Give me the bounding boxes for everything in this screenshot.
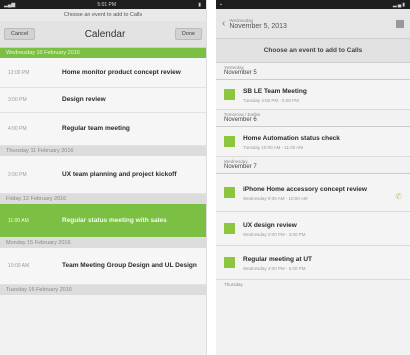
group-date: November 6 <box>216 117 410 127</box>
event-info: UX design review Wednesday 2:00 PM - 3:0… <box>243 222 402 237</box>
group-day: Tomorrow / Earlier <box>224 112 261 117</box>
choose-event-banner: Choose an event to add to Calls <box>216 39 410 63</box>
event-color-icon <box>224 223 235 234</box>
event-name: Team Meeting Group Design and UL Design <box>62 262 197 269</box>
event-time: Wednesday 9:00 AM - 10:00 AM <box>243 196 308 201</box>
event-time: 3:00 PM <box>8 97 27 103</box>
event-name: Design review <box>62 96 106 103</box>
notification-icon: ▪ <box>220 1 222 8</box>
event-info: Home Automation status check Tuesday 10:… <box>243 135 402 150</box>
event-name: Home Automation status check <box>243 135 340 142</box>
event-time: 11:00 AM <box>8 217 29 224</box>
event-time: 12:00 PM <box>8 69 30 76</box>
event-time: Tuesday 10:00 AM - 11:00 AM <box>243 145 304 150</box>
calendar-phone-right: ▪ ▂▄▮ ‹ Wednesday November 5, 2013 Choos… <box>216 0 410 355</box>
signal-icon: ▂▄▆ <box>4 1 16 8</box>
group-day: Thursday <box>224 282 243 287</box>
action-bar-title: Wednesday November 5, 2013 <box>229 18 396 30</box>
event-color-icon <box>224 257 235 268</box>
event-info: Regular meeting at UT Wednesday 4:00 PM … <box>243 256 402 271</box>
event-row[interactable]: 2:00 PM UX team planning and project kic… <box>0 156 206 194</box>
event-time: Wednesday 2:00 PM - 3:00 PM <box>243 232 306 237</box>
action-bar: ‹ Wednesday November 5, 2013 <box>216 9 410 39</box>
event-name: iPhone Home accessory concept review <box>243 186 367 193</box>
group-day: Wednesday <box>224 159 248 164</box>
event-row[interactable]: UX design review Wednesday 2:00 PM - 3:0… <box>216 212 410 246</box>
event-group: Wednesday November 7 iPhone Home accesso… <box>216 157 410 280</box>
event-color-icon <box>224 89 235 100</box>
battery-icon: ▮ <box>198 1 202 8</box>
event-info: SB LE Team Meeting Tuesday 4:00 PM - 5:0… <box>243 88 402 103</box>
calendar-header: Cancel Calendar Done <box>0 21 206 48</box>
event-name: UX design review <box>243 222 297 229</box>
event-row[interactable]: iPhone Home accessory concept review Wed… <box>216 174 410 212</box>
selected-event-row[interactable]: 11:00 AM Regular status meeting with sal… <box>0 204 206 238</box>
event-time: Tuesday 4:00 PM - 5:00 PM <box>243 98 299 103</box>
event-row[interactable]: 12:00 PM Home monitor product concept re… <box>0 58 206 88</box>
date-separator: Tuesday 16 February 2016 <box>0 285 206 295</box>
group-date: November 7 <box>216 164 410 174</box>
event-row[interactable]: Regular meeting at UT Wednesday 4:00 PM … <box>216 246 410 280</box>
calendar-phone-left: ▂▄▆ 5:01 PM ▮ Choose an event to add to … <box>0 0 207 355</box>
event-row[interactable]: 4:00 PM Regular team meeting <box>0 113 206 146</box>
event-time: 4:00 PM <box>8 126 27 132</box>
choose-event-hint: Choose an event to add to Calls <box>0 9 206 21</box>
event-row[interactable]: Home Automation status check Tuesday 10:… <box>216 127 410 157</box>
event-time: 2:00 PM <box>8 171 27 178</box>
event-row[interactable]: 10:00 AM Team Meeting Group Design and U… <box>0 248 206 285</box>
event-info: iPhone Home accessory concept review Wed… <box>243 186 389 201</box>
event-name: Regular meeting at UT <box>243 256 312 263</box>
date-separator: Friday 12 February 2016 <box>0 194 206 204</box>
date-separator: Thursday 11 February 2016 <box>0 146 206 156</box>
event-time: Wednesday 4:00 PM - 5:00 PM <box>243 266 306 271</box>
battery-icon: ▂▄▮ <box>392 1 406 8</box>
status-bar: ▂▄▆ 5:01 PM ▮ <box>0 0 206 9</box>
event-name: Regular status meeting with sales <box>62 216 167 224</box>
event-row[interactable]: 3:00 PM Design review <box>0 88 206 113</box>
event-name: Regular team meeting <box>62 125 130 132</box>
calendar-icon[interactable] <box>396 19 404 28</box>
event-group: Tomorrow / Earlier November 6 Home Autom… <box>216 110 410 157</box>
event-group: Yesterday November 5 SB LE Team Meeting … <box>216 63 410 110</box>
event-name: UX team planning and project kickoff <box>62 170 177 178</box>
page-title: Calendar <box>84 28 126 40</box>
event-time: 10:00 AM <box>8 263 30 269</box>
event-color-icon <box>224 187 235 198</box>
event-row[interactable]: SB LE Team Meeting Tuesday 4:00 PM - 5:0… <box>216 80 410 110</box>
date-header: Wednesday 10 February 2016 <box>0 48 206 58</box>
date-separator: Monday 15 February 2016 <box>0 238 206 248</box>
status-time: 5:01 PM <box>97 1 117 8</box>
back-icon[interactable]: ‹ <box>222 18 225 29</box>
status-bar: ▪ ▂▄▮ <box>216 0 410 9</box>
group-day: Yesterday <box>224 65 244 70</box>
done-button[interactable]: Done <box>174 28 202 40</box>
phone-icon[interactable]: ✆ <box>395 192 402 201</box>
event-name: Home monitor product concept review <box>62 68 181 76</box>
group-date: November 5 <box>216 70 410 80</box>
event-name: SB LE Team Meeting <box>243 88 307 95</box>
event-color-icon <box>224 136 235 147</box>
action-bar-date: November 5, 2013 <box>229 22 287 30</box>
cancel-button[interactable]: Cancel <box>4 28 36 40</box>
